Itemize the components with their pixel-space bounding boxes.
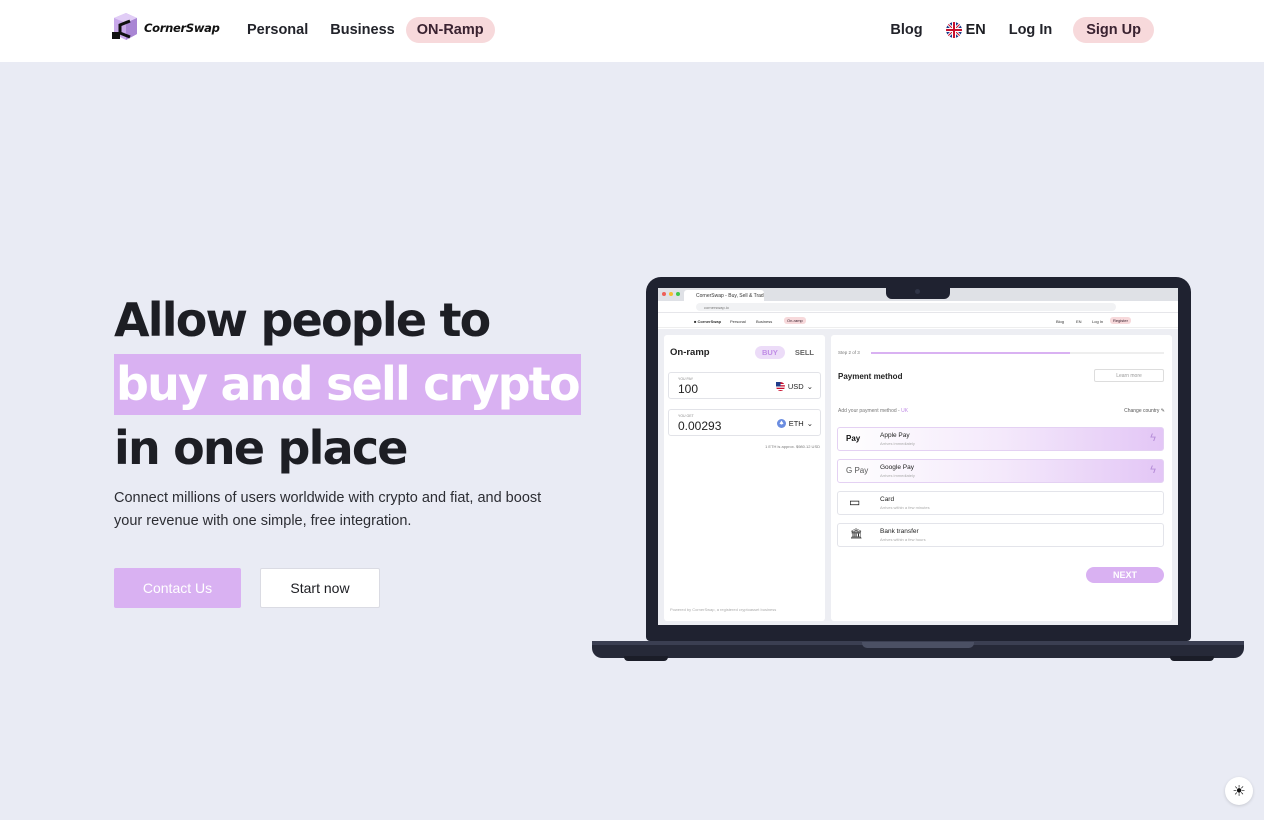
nav-right-links: Blog EN Log In Sign Up (879, 17, 1154, 43)
you-pay-label: YOU PAY (678, 377, 694, 381)
mini-nav-personal: Personal (730, 319, 746, 324)
you-get-label: YOU GET (678, 414, 694, 418)
laptop-foot-left (624, 656, 668, 661)
payment-option-name: Bank transfer (880, 528, 919, 535)
exchange-rate: 1 ETH is approx. $980.12 USD (765, 444, 820, 449)
payment-option-card[interactable]: ▭ Card Arrives within a few minutes (837, 491, 1164, 515)
payment-option-eta: Arrives immediately (880, 473, 915, 478)
chevron-down-icon: ⌄ (806, 382, 813, 391)
apple-pay-icon: Pay (846, 434, 861, 443)
payment-option-bank-transfer[interactable]: 🏛 Bank transfer Arrives within a few hou… (837, 523, 1164, 547)
language-label: EN (965, 22, 986, 38)
step-progress-bar (871, 352, 1164, 354)
payment-option-eta: Arrives immediately (880, 441, 915, 446)
sell-tab[interactable]: SELL (795, 348, 814, 357)
mini-nav-business: Business (756, 319, 773, 324)
mini-site-nav: ■ CornerSwap Personal Business On-ramp B… (658, 314, 1178, 328)
language-selector[interactable]: EN (940, 17, 992, 43)
mini-nav-on-ramp: On-ramp (784, 317, 806, 324)
payment-option-name: Card (880, 496, 895, 503)
cornerswap-logo-icon (112, 13, 137, 40)
payment-option-apple-pay[interactable]: Pay Apple Pay Arrives immediately ϟ (837, 427, 1164, 451)
laptop-screen: CornerSwap - Buy, Sell & Trade... corner… (658, 288, 1178, 625)
you-get-value: 0.00293 (678, 419, 722, 433)
lightning-icon: ϟ (1150, 464, 1156, 476)
buy-tab[interactable]: BUY (755, 346, 785, 359)
powered-by: Powered by CornerSwap, a registered cryp… (670, 607, 777, 612)
get-currency-label: ETH (788, 419, 804, 428)
next-button[interactable]: NEXT (1086, 567, 1164, 583)
payment-method-panel: Step 2 of 3 Payment method Learn more Ad… (831, 335, 1172, 621)
us-flag-icon (775, 382, 785, 391)
nav-link-business[interactable]: Business (319, 17, 405, 43)
payment-option-name: Google Pay (880, 464, 914, 471)
login-link[interactable]: Log In (998, 17, 1064, 43)
buy-sell-toggle: BUY SELL (755, 346, 814, 359)
hero-subtitle: Connect millions of users worldwide with… (114, 490, 542, 529)
theme-toggle-button[interactable]: ☀ (1225, 777, 1253, 805)
hero-title-highlight: buy and sell crypto (114, 354, 581, 415)
laptop-camera (915, 289, 920, 294)
nav-link-on-ramp[interactable]: ON-Ramp (405, 17, 495, 43)
laptop-base-notch (862, 642, 974, 648)
uk-flag-icon (945, 22, 962, 38)
mini-nav-login: Log In (1092, 319, 1104, 324)
mini-nav-lang: EN (1076, 319, 1082, 324)
hero-title: Allow people to buy and sell crypto in o… (114, 288, 594, 480)
pay-currency-label: USD (787, 382, 804, 391)
hero-title-line-3: in one place (114, 421, 409, 475)
nav-link-personal[interactable]: Personal (236, 17, 319, 43)
bank-icon: 🏛 (850, 529, 863, 540)
learn-more-button[interactable]: Learn more (1094, 369, 1164, 382)
nav-main-links: Personal Business ON-Ramp (236, 17, 495, 43)
brand-name: CornerSwap (144, 21, 220, 35)
hero-title-line-1: Allow people to (114, 293, 491, 347)
sun-icon: ☀ (1232, 783, 1246, 800)
payment-option-name: Apple Pay (880, 432, 910, 439)
browser-tab: CornerSwap - Buy, Sell & Trade... (684, 290, 764, 301)
chevron-down-icon: ⌄ (806, 419, 813, 428)
browser-urlbar: cornerswap.io (658, 301, 1178, 313)
mini-nav-blog: Blog (1056, 319, 1065, 324)
pay-currency-select[interactable]: USD ⌄ (775, 382, 813, 391)
browser-url: cornerswap.io (696, 303, 1116, 311)
payment-method-title: Payment method (838, 372, 903, 381)
contact-us-button[interactable]: Contact Us (114, 568, 241, 608)
laptop-foot-right (1170, 656, 1214, 661)
card-icon: ▭ (849, 495, 861, 509)
mini-nav-register: Register (1110, 317, 1131, 324)
get-currency-select[interactable]: ETH ⌄ (776, 419, 813, 428)
eth-icon (776, 419, 786, 428)
payment-option-eta: Arrives within a few minutes (880, 505, 930, 510)
payment-option-google-pay[interactable]: G Pay Google Pay Arrives immediately ϟ (837, 459, 1164, 483)
step-indicator: Step 2 of 3 (838, 350, 860, 355)
you-pay-field[interactable]: YOU PAY 100 USD ⌄ (668, 372, 821, 399)
lightning-icon: ϟ (1150, 432, 1156, 444)
brand-logo[interactable]: CornerSwap (110, 12, 220, 44)
change-country-link[interactable]: Change country ✎ (1124, 408, 1165, 414)
you-pay-value: 100 (678, 382, 699, 396)
signup-button[interactable]: Sign Up (1073, 17, 1154, 43)
you-get-field[interactable]: YOU GET 0.00293 ETH ⌄ (668, 409, 821, 436)
top-navbar: CornerSwap Personal Business ON-Ramp Blo… (0, 0, 1264, 62)
onramp-widget: On-ramp BUY SELL YOU PAY 100 USD ⌄ YOU G… (658, 329, 1178, 625)
google-pay-icon: G Pay (846, 466, 869, 475)
payment-hint-country: UK (901, 408, 909, 414)
onramp-left-panel: On-ramp BUY SELL YOU PAY 100 USD ⌄ YOU G… (664, 335, 825, 621)
payment-option-eta: Arrives within a few hours (880, 537, 926, 542)
payment-hint: Add your payment method - UK (838, 408, 909, 414)
start-now-button[interactable]: Start now (260, 568, 380, 608)
onramp-title: On-ramp (670, 347, 710, 358)
nav-link-blog[interactable]: Blog (879, 17, 933, 43)
edit-icon: ✎ (1160, 408, 1165, 414)
